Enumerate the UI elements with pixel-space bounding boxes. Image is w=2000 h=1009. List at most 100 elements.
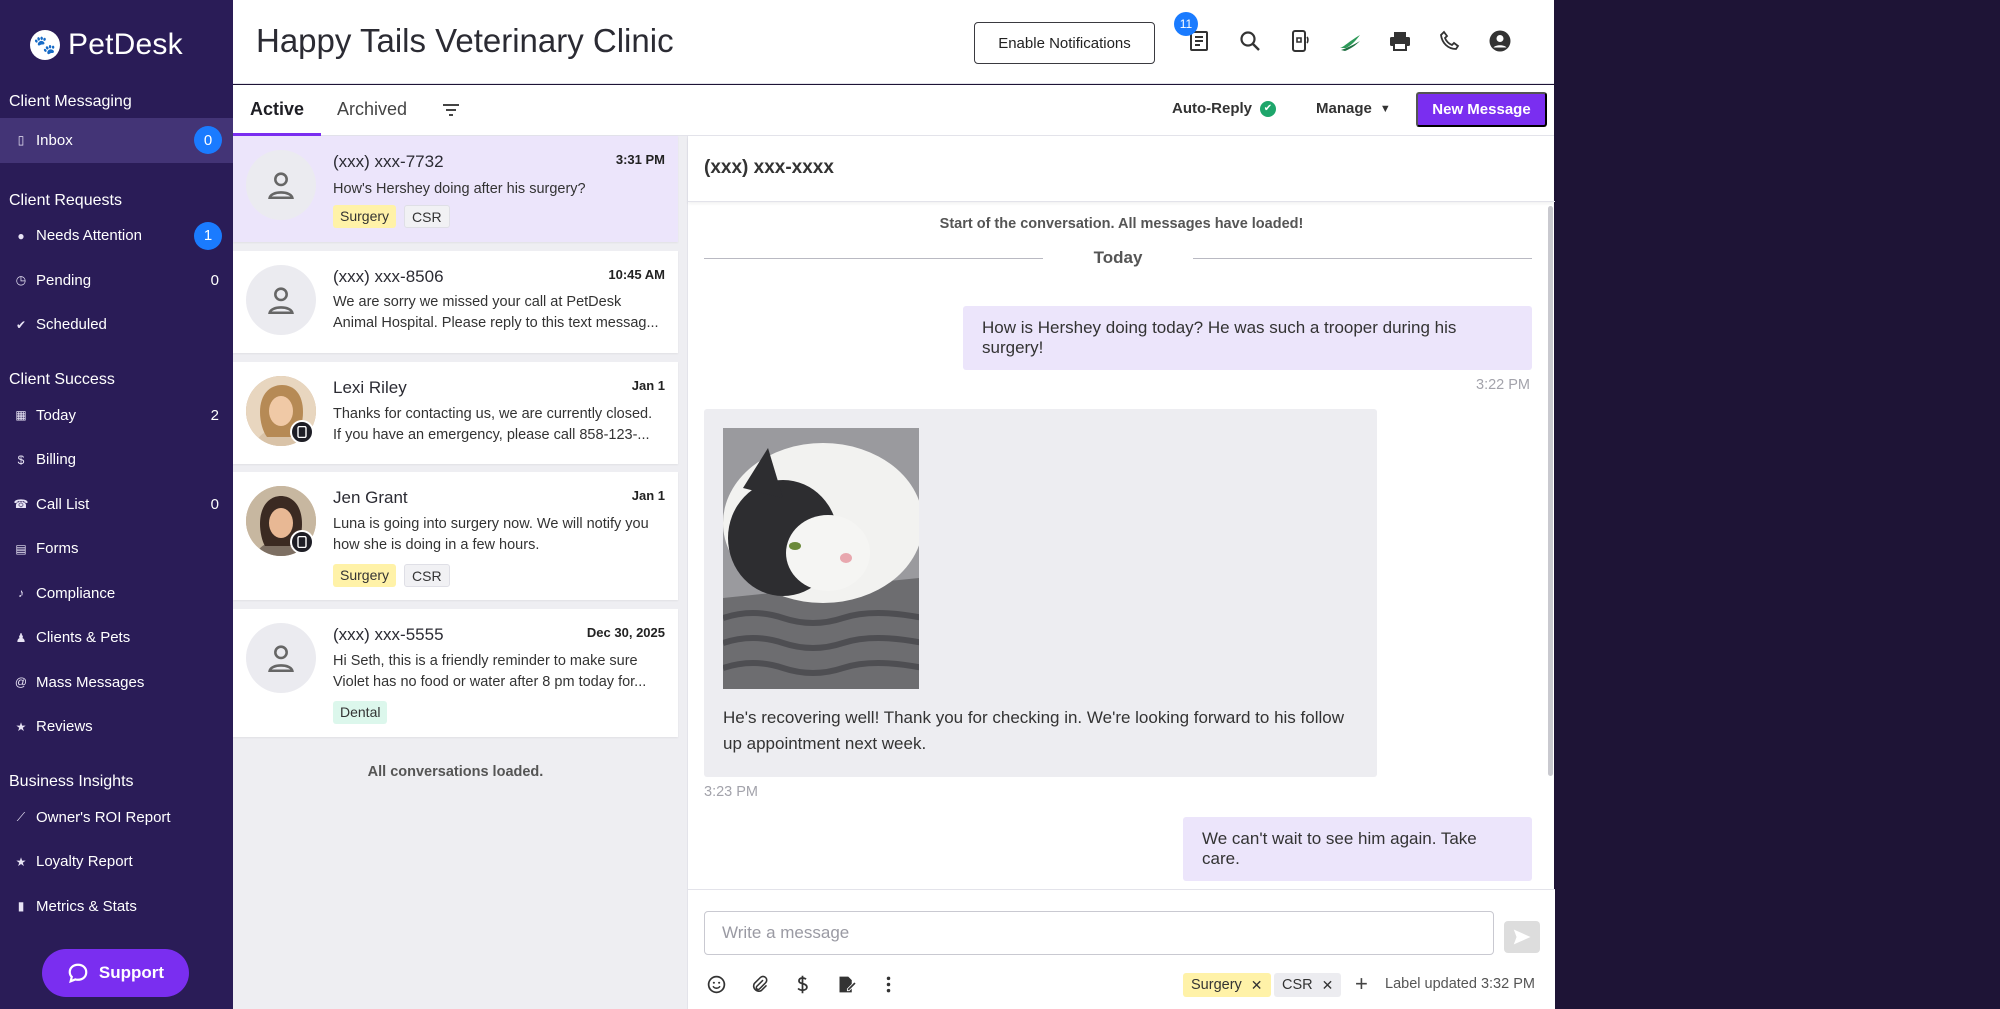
brand-logo[interactable]: 🐾 PetDesk <box>0 0 233 90</box>
calendar-icon: ▦ <box>15 408 27 423</box>
new-message-button[interactable]: New Message <box>1416 92 1547 127</box>
leaf-logo-icon[interactable] <box>1335 26 1365 56</box>
sidebar-item-label: Today <box>36 406 77 424</box>
sidebar-item-reviews[interactable]: ★ Reviews <box>0 705 233 750</box>
sidebar-item-today[interactable]: ▦ Today 2 <box>0 393 233 438</box>
chat-header: (xxx) xxx-xxxx <box>688 136 1555 202</box>
account-icon[interactable] <box>1485 26 1515 56</box>
send-button[interactable] <box>1504 921 1540 953</box>
check-icon: ✔ <box>15 317 27 332</box>
conversation-item[interactable]: Lexi Riley Jan 1 Thanks for contacting u… <box>233 362 678 464</box>
remove-label-icon[interactable]: ✕ <box>1322 973 1334 997</box>
dollar-icon[interactable] <box>790 972 814 996</box>
conversation-name: Lexi Riley <box>333 378 407 397</box>
tag-surgery: Surgery <box>333 205 397 228</box>
sidebar-item-billing[interactable]: $ Billing <box>0 438 233 483</box>
sidebar-item-call-list[interactable]: ☎ Call List 0 <box>0 482 233 527</box>
sidebar-item-owners-roi-report[interactable]: ⟋ Owner's ROI Report <box>0 795 233 840</box>
tab-archived[interactable]: Archived <box>337 85 407 136</box>
conversation-item[interactable]: (xxx) xxx-5555 Dec 30, 2025 Hi Seth, thi… <box>233 609 678 737</box>
support-button[interactable]: Support <box>42 949 189 997</box>
message-bubble-outgoing: How is Hershey doing today? He was such … <box>963 306 1532 370</box>
sidebar-item-metrics-stats[interactable]: ▮ Metrics & Stats <box>0 884 233 929</box>
attachment-icon[interactable] <box>747 972 771 996</box>
chat-scrollbar[interactable] <box>1548 206 1553 776</box>
conversation-time: Jan 1 <box>631 488 665 503</box>
manage-dropdown[interactable]: Manage ▼ <box>1316 100 1391 117</box>
phone-call-icon[interactable] <box>1435 26 1465 56</box>
phone-sms-icon[interactable] <box>1285 26 1315 56</box>
conversation-item[interactable]: (xxx) xxx-7732 3:31 PM How's Hershey doi… <box>233 136 678 242</box>
printer-icon[interactable] <box>1385 26 1415 56</box>
sidebar-item-needs-attention[interactable]: ● Needs Attention 1 <box>0 214 233 259</box>
conversation-name: (xxx) xxx-5555 <box>333 625 444 644</box>
conversation-tags: Surgery CSR <box>333 205 450 228</box>
add-label-icon[interactable]: + <box>1355 973 1368 995</box>
search-icon[interactable] <box>1235 26 1265 56</box>
section-title-client-messaging: Client Messaging <box>9 93 132 110</box>
emoji-icon[interactable] <box>704 972 728 996</box>
sidebar-item-label: Pending <box>36 271 92 289</box>
more-vertical-icon[interactable] <box>876 972 900 996</box>
sidebar-item-inbox[interactable]: ▯ Inbox 0 <box>0 118 233 163</box>
label-chip-text: Surgery <box>1191 977 1242 993</box>
avatar <box>246 623 316 693</box>
label-updated-text: Label updated 3:32 PM <box>1385 976 1535 992</box>
message-image[interactable] <box>723 428 919 689</box>
at-icon: @ <box>14 675 28 690</box>
enable-notifications-button[interactable]: Enable Notifications <box>974 22 1155 64</box>
label-chip-csr: CSR ✕ <box>1274 973 1342 997</box>
person-icon: ♟ <box>15 630 27 645</box>
sidebar-item-label: Owner's ROI Report <box>36 808 171 826</box>
section-title-client-requests: Client Requests <box>9 191 122 209</box>
tab-active[interactable]: Active <box>233 85 322 136</box>
document-icon: ▤ <box>15 541 27 556</box>
message-composer: Surgery ✕ CSR ✕ + Label updated 3:32 PM <box>688 889 1555 1009</box>
conversation-list: (xxx) xxx-7732 3:31 PM How's Hershey doi… <box>233 136 687 1009</box>
message-bubble-outgoing: We can't wait to see him again. Take car… <box>1183 817 1532 881</box>
chat-title: (xxx) xxx-xxxx <box>704 157 834 178</box>
message-timestamp: 3:22 PM <box>1476 377 1530 393</box>
sidebar-item-clients-pets[interactable]: ♟ Clients & Pets <box>0 616 233 661</box>
sidebar-item-label: Call List <box>36 495 90 513</box>
alert-icon: ● <box>17 228 25 243</box>
background-panel <box>1554 0 2000 1009</box>
avatar <box>246 150 316 220</box>
sidebar-item-compliance[interactable]: ♪ Compliance <box>0 571 233 616</box>
caret-down-icon: ▼ <box>1379 102 1391 115</box>
document-sign-icon[interactable] <box>834 972 858 996</box>
conversation-item[interactable]: Jen Grant Jan 1 Luna is going into surge… <box>233 472 678 600</box>
message-input[interactable] <box>704 911 1494 955</box>
sidebar-item-mass-messages[interactable]: @ Mass Messages <box>0 660 233 705</box>
conversation-name: Jen Grant <box>333 488 408 507</box>
label-chip-text: CSR <box>1282 977 1313 993</box>
remove-label-icon[interactable]: ✕ <box>1251 973 1263 997</box>
auto-reply-toggle[interactable]: Auto-Reply ✔ <box>1172 100 1276 117</box>
sidebar-item-label: Needs Attention <box>36 227 142 245</box>
brand-name: PetDesk <box>68 28 183 61</box>
conversation-name: (xxx) xxx-8506 <box>333 267 444 286</box>
date-divider-label: Today <box>1093 248 1143 267</box>
sidebar-item-forms[interactable]: ▤ Forms <box>0 527 233 572</box>
section-title-business-insights: Business Insights <box>9 773 134 790</box>
conversation-start-text: Start of the conversation. All messages … <box>939 216 1304 232</box>
phone-box-icon: ☎ <box>13 497 29 512</box>
sidebar-item-loyalty-report[interactable]: ★ Loyalty Report <box>0 840 233 885</box>
tag-csr: CSR <box>404 205 450 228</box>
sidebar-item-scheduled[interactable]: ✔ Scheduled <box>0 303 233 348</box>
today-count: 2 <box>210 406 219 424</box>
tag-dental: Dental <box>333 701 388 724</box>
conversation-preview: We are sorry we missed your call at PetD… <box>333 294 659 331</box>
manage-label: Manage <box>1316 100 1372 117</box>
message-bubble-incoming: He's recovering well! Thank you for chec… <box>704 409 1377 777</box>
conversation-tags: Dental <box>333 701 388 724</box>
sidebar-item-pending[interactable]: ◷ Pending 0 <box>0 258 233 303</box>
toolbar: Active Archived Auto-Reply ✔ Manage ▼ Ne… <box>233 85 1554 136</box>
tag-surgery: Surgery <box>333 564 397 587</box>
paw-icon: 🐾 <box>30 30 60 60</box>
person-icon <box>268 172 294 200</box>
filter-icon[interactable] <box>440 99 462 121</box>
conversation-item[interactable]: (xxx) xxx-8506 10:45 AM We are sorry we … <box>233 251 678 353</box>
avatar <box>246 265 316 335</box>
call-list-count: 0 <box>210 495 219 513</box>
